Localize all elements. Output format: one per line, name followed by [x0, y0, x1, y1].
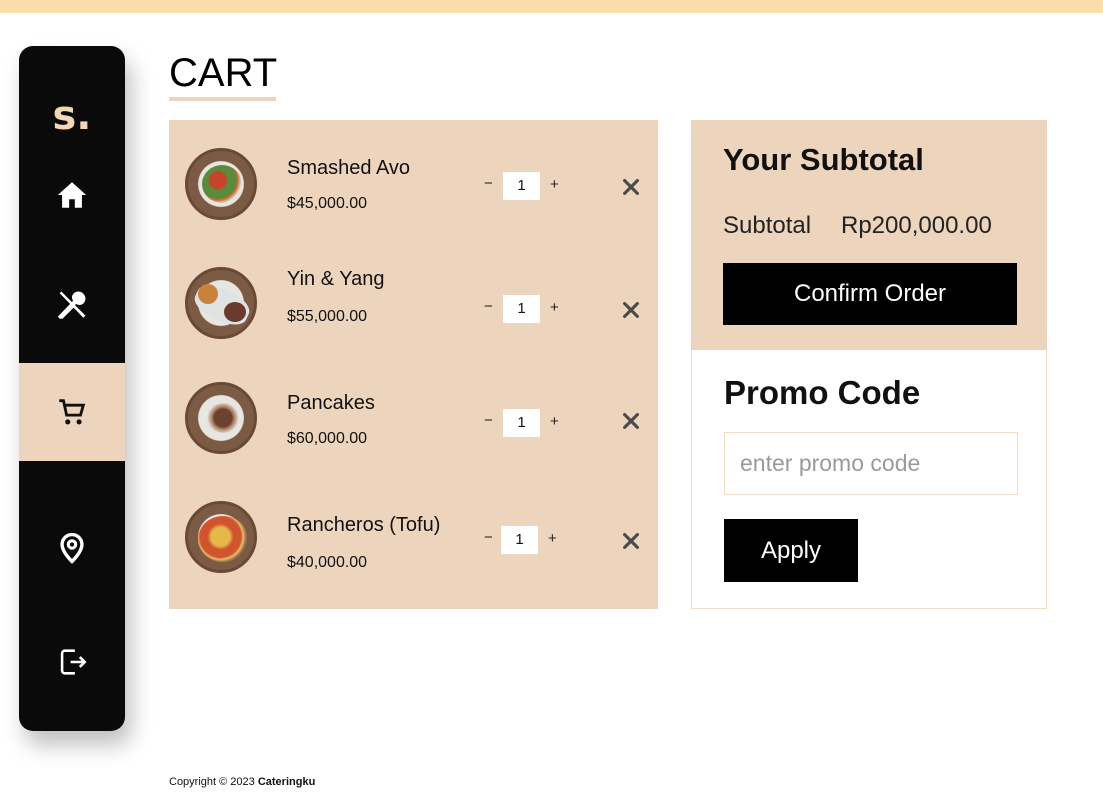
- cart-items-panel: Smashed Avo $45,000.00 − 1 + Yin & Yang …: [169, 120, 658, 609]
- food-image: [185, 267, 257, 339]
- item-price: $55,000.00: [287, 308, 368, 325]
- quantity-field[interactable]: 1: [503, 172, 540, 200]
- promo-heading: Promo Code: [724, 374, 921, 411]
- item-name: Yin & Yang: [287, 268, 385, 290]
- remove-item-button[interactable]: [620, 299, 642, 321]
- item-price: $60,000.00: [287, 430, 368, 447]
- item-price: $40,000.00: [287, 554, 368, 571]
- apply-promo-button[interactable]: Apply: [724, 519, 858, 582]
- confirm-order-button[interactable]: Confirm Order: [723, 263, 1017, 325]
- subtotal-value: Rp200,000.00: [841, 212, 992, 239]
- top-banner-strip: [0, 0, 1103, 13]
- decrease-quantity-button[interactable]: −: [484, 412, 493, 429]
- sidebar-item-menu[interactable]: [19, 256, 125, 354]
- quantity-field[interactable]: 1: [501, 526, 538, 554]
- quantity-field[interactable]: 1: [503, 295, 540, 323]
- item-price: $45,000.00: [287, 195, 368, 212]
- item-name: Smashed Avo: [287, 157, 411, 179]
- location-icon: [60, 532, 84, 564]
- subtotal-label: Subtotal: [723, 212, 812, 239]
- cart-item: Pancakes $60,000.00 − 1 +: [169, 378, 658, 468]
- sidebar-item-location[interactable]: [19, 499, 125, 597]
- food-image: [185, 148, 257, 220]
- copyright-text: Copyright © 2023: [169, 776, 258, 788]
- page-title: CART: [169, 51, 278, 95]
- food-image: [185, 501, 257, 573]
- cart-item: Yin & Yang $55,000.00 − 1 +: [169, 264, 658, 354]
- decrease-quantity-button[interactable]: −: [484, 298, 493, 315]
- item-name: Pancakes: [287, 392, 375, 414]
- sidebar: s.: [19, 46, 125, 731]
- decrease-quantity-button[interactable]: −: [484, 529, 493, 546]
- close-icon: [623, 533, 639, 549]
- increase-quantity-button[interactable]: +: [550, 176, 559, 193]
- title-underline: [169, 97, 276, 101]
- footer-brand: Cateringku: [257, 776, 316, 788]
- sidebar-item-logout[interactable]: [19, 613, 125, 711]
- sidebar-item-home[interactable]: [19, 146, 125, 244]
- logout-icon: [60, 649, 87, 675]
- cart-item: Smashed Avo $45,000.00 − 1 +: [169, 141, 658, 231]
- promo-panel: Promo Code Apply: [691, 350, 1047, 609]
- home-icon: [57, 182, 87, 208]
- close-icon: [623, 413, 639, 429]
- utensils-icon: [57, 291, 86, 320]
- food-image: [185, 382, 257, 454]
- subtotal-panel: Your Subtotal Subtotal Rp200,000.00 Conf…: [691, 120, 1047, 350]
- decrease-quantity-button[interactable]: −: [484, 175, 493, 192]
- remove-item-button[interactable]: [620, 410, 642, 432]
- close-icon: [623, 302, 639, 318]
- subtotal-heading: Your Subtotal: [723, 142, 924, 177]
- quantity-field[interactable]: 1: [503, 409, 540, 437]
- cart-icon: [59, 399, 86, 425]
- close-icon: [623, 179, 639, 195]
- promo-code-input[interactable]: [724, 432, 1018, 495]
- cart-item: Rancheros (Tofu) $40,000.00 − 1 +: [169, 498, 658, 588]
- remove-item-button[interactable]: [620, 176, 642, 198]
- increase-quantity-button[interactable]: +: [550, 413, 559, 430]
- footer: Copyright © 2023 Cateringku: [169, 776, 315, 788]
- remove-item-button[interactable]: [620, 530, 642, 552]
- sidebar-item-cart[interactable]: [19, 363, 125, 461]
- increase-quantity-button[interactable]: +: [550, 299, 559, 316]
- item-name: Rancheros (Tofu): [287, 514, 441, 536]
- brand-logo[interactable]: s.: [19, 96, 125, 136]
- increase-quantity-button[interactable]: +: [548, 530, 557, 547]
